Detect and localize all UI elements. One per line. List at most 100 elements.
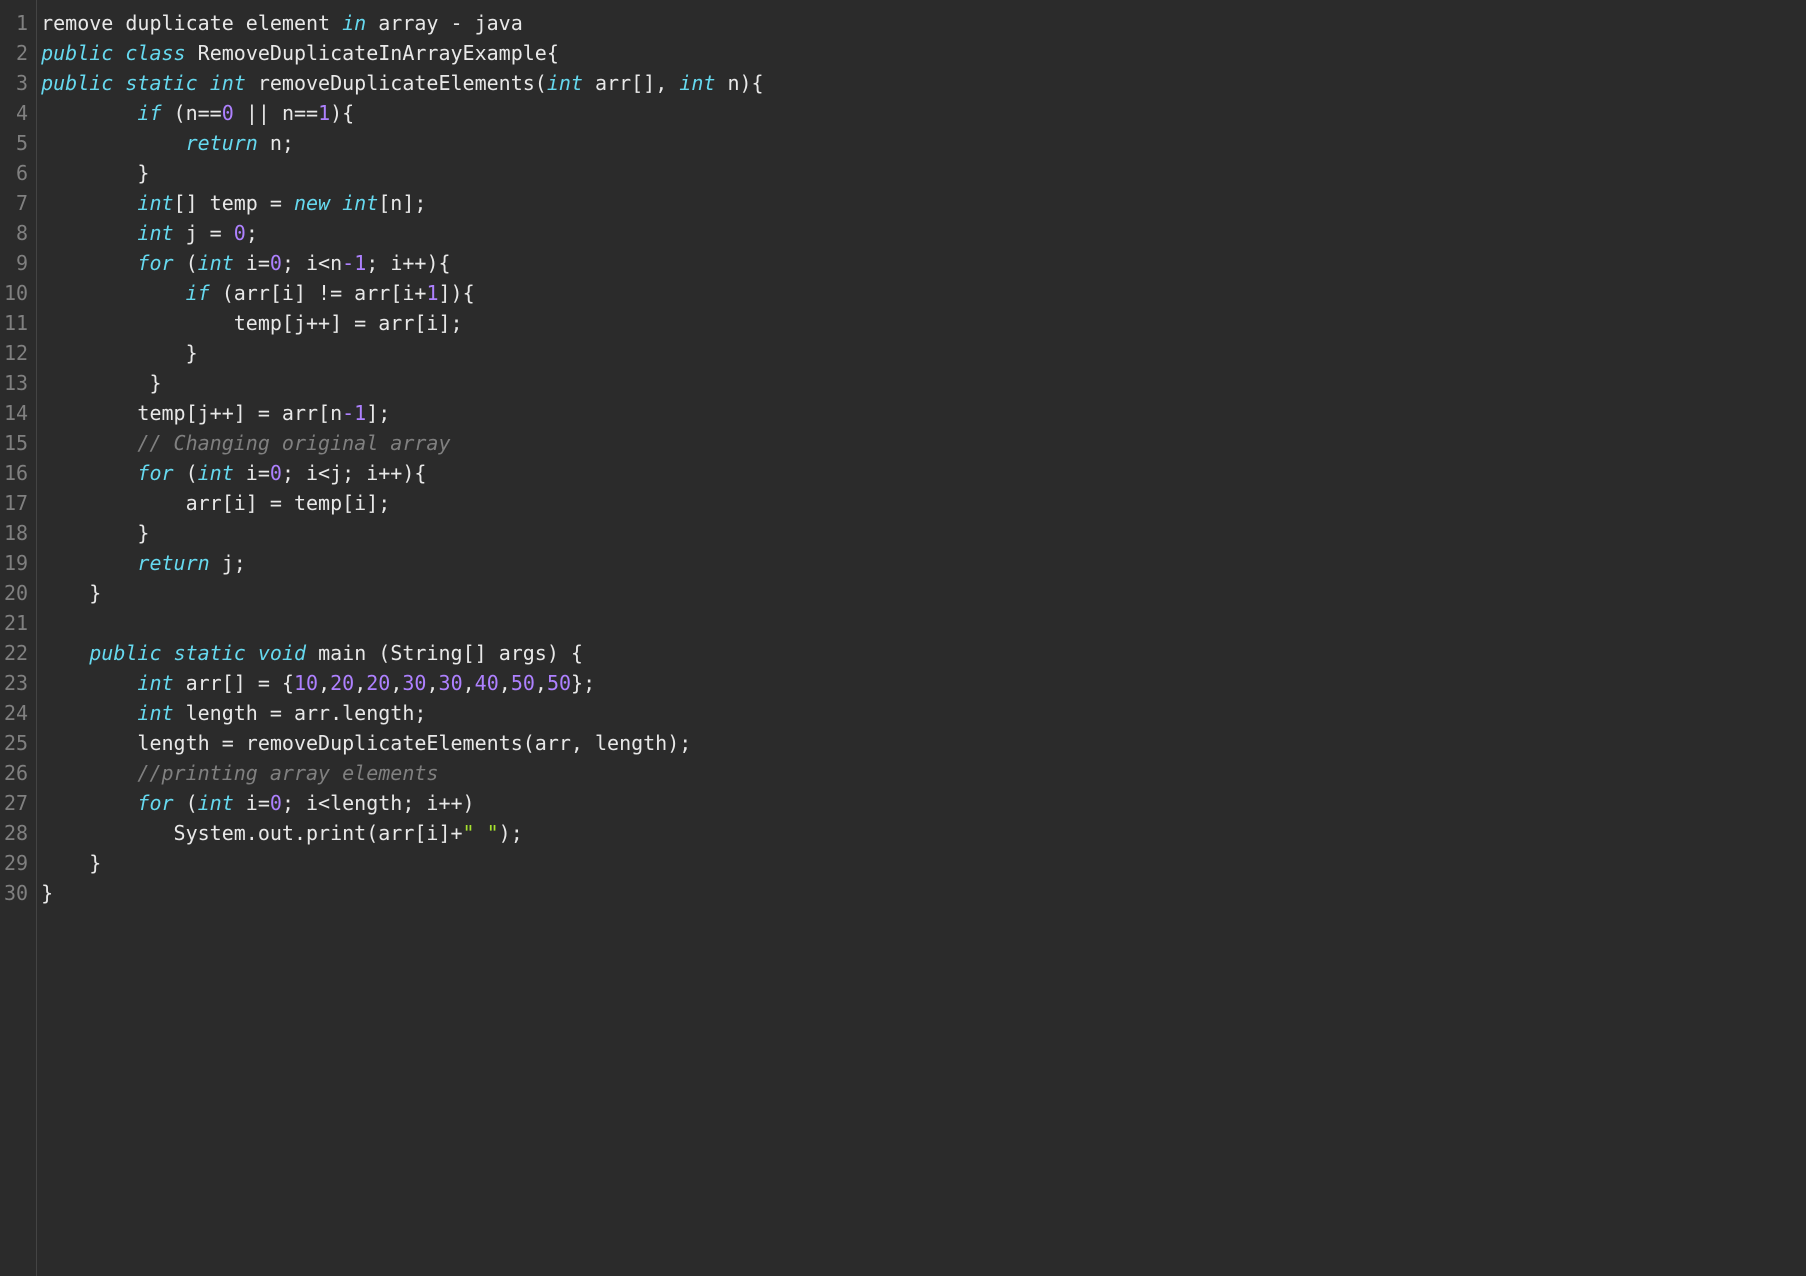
token-number: 30 xyxy=(439,671,463,695)
token-comment: //printing array elements xyxy=(137,761,462,785)
token-default: i= xyxy=(234,251,270,275)
token-default xyxy=(113,41,125,65)
code-line[interactable]: return n; xyxy=(41,128,1806,158)
code-line[interactable]: for (int i=0; i<length; i++) xyxy=(41,788,1806,818)
code-line[interactable]: public class RemoveDuplicateInArrayExamp… xyxy=(41,38,1806,68)
token-default: [n]; xyxy=(378,191,450,215)
token-keyword: for xyxy=(137,791,173,815)
token-number: 40 xyxy=(475,671,499,695)
line-number: 9 xyxy=(4,248,30,278)
line-number: 13 xyxy=(4,368,30,398)
token-default: n){ xyxy=(715,71,787,95)
code-line[interactable]: public static void main (String[] args) … xyxy=(41,638,1806,668)
token-default: || n== xyxy=(234,101,318,125)
code-line[interactable]: for (int i=0; i<j; i++){ xyxy=(41,458,1806,488)
code-line[interactable]: return j; xyxy=(41,548,1806,578)
code-line[interactable]: arr[i] = temp[i]; xyxy=(41,488,1806,518)
code-line[interactable]: length = removeDuplicateElements(arr, le… xyxy=(41,728,1806,758)
token-default xyxy=(41,761,137,785)
code-line[interactable]: System.out.print(arr[i]+" "); xyxy=(41,818,1806,848)
token-number: 30 xyxy=(402,671,426,695)
token-default: j = xyxy=(174,221,234,245)
token-default: } xyxy=(41,581,125,605)
line-number: 3 xyxy=(4,68,30,98)
code-line[interactable]: for (int i=0; i<n-1; i++){ xyxy=(41,248,1806,278)
token-default: arr[], xyxy=(583,71,679,95)
token-type: int xyxy=(137,221,173,245)
token-default xyxy=(41,281,186,305)
line-number: 16 xyxy=(4,458,30,488)
line-number: 6 xyxy=(4,158,30,188)
line-number: 19 xyxy=(4,548,30,578)
token-default: (arr[i] != arr[i+ xyxy=(210,281,427,305)
code-line[interactable]: //printing array elements xyxy=(41,758,1806,788)
code-view[interactable]: remove duplicate element in array - java… xyxy=(36,0,1806,1276)
code-line[interactable]: } xyxy=(41,518,1806,548)
token-default xyxy=(41,551,137,575)
line-number: 1 xyxy=(4,8,30,38)
code-line[interactable]: int arr[] = {10,20,20,30,30,40,50,50}; xyxy=(41,668,1806,698)
token-default: length = removeDuplicateElements(arr, le… xyxy=(41,731,715,755)
code-line[interactable]: int length = arr.length; xyxy=(41,698,1806,728)
token-type: int xyxy=(137,701,173,725)
token-default: , xyxy=(390,671,402,695)
code-line[interactable]: } xyxy=(41,578,1806,608)
line-number: 18 xyxy=(4,518,30,548)
code-line[interactable]: temp[j++] = arr[n-1]; xyxy=(41,398,1806,428)
token-default xyxy=(41,461,137,485)
code-line[interactable]: } xyxy=(41,158,1806,188)
token-default: ){ xyxy=(330,101,378,125)
code-line[interactable]: } xyxy=(41,368,1806,398)
code-line[interactable]: if (n==0 || n==1){ xyxy=(41,98,1806,128)
code-line[interactable]: int[] temp = new int[n]; xyxy=(41,188,1806,218)
token-number: 0 xyxy=(270,791,282,815)
token-default: i= xyxy=(234,791,270,815)
token-keyword: public xyxy=(41,41,113,65)
code-line[interactable]: remove duplicate element in array - java xyxy=(41,8,1806,38)
token-default: ( xyxy=(174,461,198,485)
token-number: 0 xyxy=(222,101,234,125)
token-default xyxy=(41,611,125,635)
token-number: 20 xyxy=(330,671,354,695)
token-default: temp[j++] = arr[n xyxy=(41,401,342,425)
token-new: new xyxy=(294,191,330,215)
line-number: 17 xyxy=(4,488,30,518)
code-line[interactable]: if (arr[i] != arr[i+1]){ xyxy=(41,278,1806,308)
line-number: 28 xyxy=(4,818,30,848)
line-number: 4 xyxy=(4,98,30,128)
token-default: (n== xyxy=(162,101,222,125)
token-default: removeDuplicateElements( xyxy=(246,71,547,95)
line-number: 27 xyxy=(4,788,30,818)
code-line[interactable]: int j = 0; xyxy=(41,218,1806,248)
token-default: n; xyxy=(258,131,318,155)
token-default: main (String[] args) { xyxy=(306,641,607,665)
token-keyword: if xyxy=(186,281,210,305)
token-default: i= xyxy=(234,461,270,485)
token-keyword: class xyxy=(125,41,185,65)
token-number: 1 xyxy=(426,281,438,305)
token-type: void xyxy=(258,641,306,665)
token-default: arr[i] = temp[i]; xyxy=(41,491,414,515)
token-keyword: for xyxy=(137,251,173,275)
line-number: 14 xyxy=(4,398,30,428)
line-number-gutter: 1234567891011121314151617181920212223242… xyxy=(0,0,36,1276)
token-default xyxy=(198,71,210,95)
token-default: , xyxy=(354,671,366,695)
token-default xyxy=(330,191,342,215)
code-line[interactable]: } xyxy=(41,848,1806,878)
code-line[interactable]: public static int removeDuplicateElement… xyxy=(41,68,1806,98)
token-number: 1 xyxy=(318,101,330,125)
token-default: ; xyxy=(246,221,282,245)
code-line[interactable]: } xyxy=(41,878,1806,908)
token-type: int xyxy=(679,71,715,95)
token-number: 0 xyxy=(234,221,246,245)
token-default xyxy=(162,641,174,665)
code-line[interactable] xyxy=(41,608,1806,638)
code-editor: 1234567891011121314151617181920212223242… xyxy=(0,0,1806,1276)
line-number: 2 xyxy=(4,38,30,68)
token-default xyxy=(41,101,137,125)
code-line[interactable]: } xyxy=(41,338,1806,368)
code-line[interactable]: // Changing original array xyxy=(41,428,1806,458)
code-line[interactable]: temp[j++] = arr[i]; xyxy=(41,308,1806,338)
token-default: j; xyxy=(210,551,270,575)
